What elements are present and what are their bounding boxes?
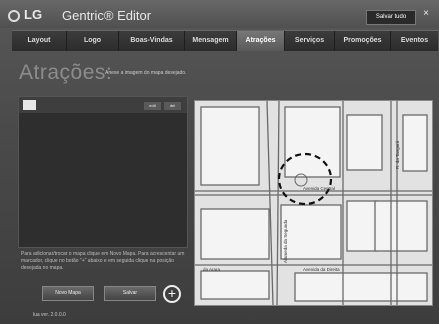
app-title: Gentric® Editor: [62, 8, 152, 23]
map-canvas[interactable]: Avenida Central Alameda da Segunda Aveni…: [194, 100, 433, 306]
street-segunda-label: Alameda da Segunda: [283, 219, 288, 263]
tab-logo[interactable]: Logo: [67, 31, 119, 51]
map-thumbnail[interactable]: [23, 100, 36, 110]
lg-logo-icon: [8, 10, 20, 22]
tab-eventos[interactable]: Eventos: [391, 31, 438, 51]
app-window: LG Gentric® Editor Salvar tudo × Layout …: [0, 0, 439, 324]
tab-boas-vindas[interactable]: Boas-Vindas: [119, 31, 185, 51]
new-map-button[interactable]: Novo Mapa: [42, 286, 94, 301]
tab-promocoes[interactable]: Promoções: [335, 31, 391, 51]
tab-mensagem[interactable]: Mensagem: [185, 31, 237, 51]
edit-button[interactable]: edit: [144, 102, 161, 110]
street-tangara-label: R. da Tangará: [395, 140, 400, 169]
save-all-button[interactable]: Salvar tudo: [366, 10, 416, 25]
nav-tabs: Layout Logo Boas-Vindas Mensagem Atraçõe…: [12, 30, 438, 51]
street-central-label: Avenida Central: [303, 186, 335, 191]
map-list-panel: edit del: [18, 96, 188, 248]
tab-layout[interactable]: Layout: [12, 31, 67, 51]
page-title: Atrações:: [19, 61, 113, 84]
add-marker-button[interactable]: +: [163, 285, 181, 303]
title-bar: LG Gentric® Editor Salvar tudo ×: [0, 0, 439, 28]
street-direita-label: Avenida da Direita: [303, 267, 340, 272]
delete-button[interactable]: del: [164, 102, 181, 110]
map-list-header: edit del: [19, 97, 187, 113]
save-button[interactable]: Salvar: [104, 286, 156, 301]
page-subtitle: Anexe a imagem do mapa desejado.: [105, 70, 187, 76]
lg-logo: LG: [8, 7, 42, 22]
lg-logo-text: LG: [24, 7, 43, 22]
map-image: Avenida Central Alameda da Segunda Aveni…: [195, 101, 432, 305]
street-arara-label: da Arara: [203, 267, 221, 272]
tab-atracoes[interactable]: Atrações: [237, 31, 285, 51]
instructions-text: Para adicionar/trocar o mapa clique em N…: [21, 251, 185, 271]
tab-servicos[interactable]: Serviços: [285, 31, 335, 51]
version-label: lua ver. 2.0.0.0: [33, 312, 66, 318]
close-icon[interactable]: ×: [419, 8, 433, 19]
